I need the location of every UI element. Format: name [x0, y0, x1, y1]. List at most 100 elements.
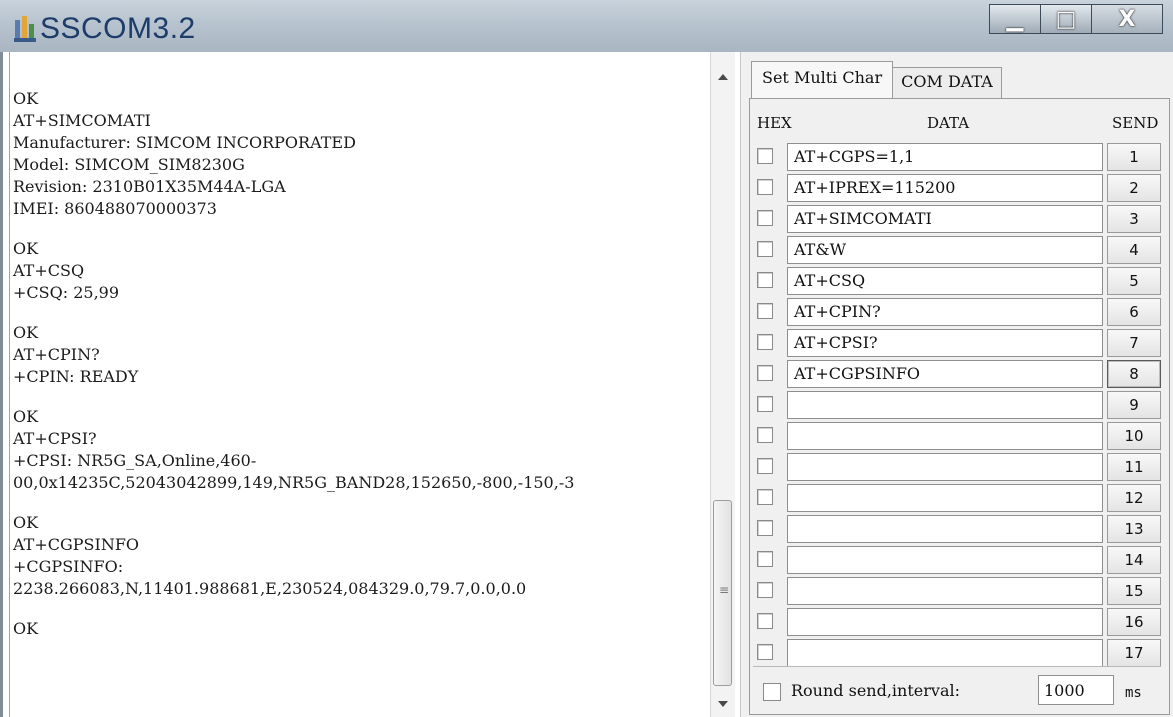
hex-checkbox[interactable]: [757, 303, 773, 319]
hex-checkbox[interactable]: [757, 551, 773, 567]
hex-checkbox[interactable]: [757, 210, 773, 226]
terminal-line: OK: [13, 513, 39, 532]
hex-checkbox[interactable]: [757, 489, 773, 505]
terminal-line: Model: SIMCOM_SIM8230G: [13, 155, 245, 174]
vertical-scrollbar[interactable]: ≡: [710, 52, 735, 717]
command-input[interactable]: [787, 484, 1103, 512]
hex-checkbox[interactable]: [757, 427, 773, 443]
terminal-output[interactable]: OK AT+SIMCOMATI Manufacturer: SIMCOM INCOR…: [13, 88, 713, 640]
send-button[interactable]: 17: [1107, 639, 1161, 667]
hex-checkbox[interactable]: [757, 241, 773, 257]
command-input[interactable]: [787, 577, 1103, 605]
window-controls: ▁ □ X: [989, 4, 1163, 34]
command-input[interactable]: AT+CPIN?: [787, 298, 1103, 326]
terminal-line: OK: [13, 619, 39, 638]
command-input[interactable]: AT+IPREX=115200: [787, 174, 1103, 202]
scroll-down-icon[interactable]: [718, 701, 728, 707]
terminal-line: AT+CGPSINFO: [13, 535, 140, 554]
command-input[interactable]: AT+CGPSINFO: [787, 360, 1103, 388]
hex-checkbox[interactable]: [757, 272, 773, 288]
send-button[interactable]: 1: [1107, 143, 1161, 171]
command-row: 15: [755, 576, 1165, 607]
send-button[interactable]: 6: [1107, 298, 1161, 326]
multi-char-panel: Set Multi Char COM DATA HEX DATA SEND AT…: [740, 52, 1173, 717]
app-icon: [14, 16, 36, 42]
send-button[interactable]: 14: [1107, 546, 1161, 574]
command-row: 9: [755, 390, 1165, 421]
hex-checkbox[interactable]: [757, 520, 773, 536]
send-button[interactable]: 11: [1107, 453, 1161, 481]
command-row: 10: [755, 421, 1165, 452]
scroll-thumb[interactable]: ≡: [713, 500, 732, 686]
round-send-label: Round send,interval:: [791, 681, 960, 700]
command-row: AT+CPIN? 6: [755, 297, 1165, 328]
terminal-line: Manufacturer: SIMCOM INCORPORATED: [13, 133, 356, 152]
tab-set-multi-char[interactable]: Set Multi Char: [751, 61, 894, 98]
minimize-icon: ▁: [1006, 6, 1024, 32]
command-row: 13: [755, 514, 1165, 545]
send-button[interactable]: 10: [1107, 422, 1161, 450]
round-send-checkbox[interactable]: [763, 683, 781, 701]
send-button[interactable]: 12: [1107, 484, 1161, 512]
hex-checkbox[interactable]: [757, 179, 773, 195]
hex-checkbox[interactable]: [757, 458, 773, 474]
send-button[interactable]: 4: [1107, 236, 1161, 264]
hex-checkbox[interactable]: [757, 582, 773, 598]
maximize-button[interactable]: □: [1040, 4, 1092, 34]
command-input[interactable]: [787, 546, 1103, 574]
hex-checkbox[interactable]: [757, 613, 773, 629]
send-column-header: SEND: [1112, 114, 1159, 132]
interval-unit: ms: [1125, 685, 1142, 701]
terminal-line: 2238.266083,N,11401.988681,E,230524,0843…: [13, 579, 527, 598]
send-button[interactable]: 15: [1107, 577, 1161, 605]
hex-column-header: HEX: [757, 114, 792, 132]
interval-input[interactable]: [1038, 675, 1114, 705]
terminal-line: OK: [13, 239, 39, 258]
command-row: AT+IPREX=115200 2: [755, 173, 1165, 204]
close-icon: X: [1118, 6, 1136, 32]
hex-checkbox[interactable]: [757, 334, 773, 350]
command-rows: AT+CGPS=1,1 1 AT+IPREX=115200 2 AT+SIMCOMATI…: [755, 142, 1165, 669]
command-input[interactable]: [787, 639, 1103, 667]
window-title: SSCOM3.2: [40, 12, 196, 45]
command-input[interactable]: [787, 422, 1103, 450]
send-button[interactable]: 7: [1107, 329, 1161, 357]
hex-checkbox[interactable]: [757, 644, 773, 660]
receive-area[interactable]: OK AT+SIMCOMATI Manufacturer: SIMCOM INCOR…: [0, 52, 740, 717]
hex-checkbox[interactable]: [757, 148, 773, 164]
tab-com-data[interactable]: COM DATA: [892, 67, 1002, 98]
scroll-up-icon[interactable]: [718, 74, 728, 80]
terminal-line: AT+CPSI?: [13, 429, 97, 448]
send-button[interactable]: 8: [1107, 360, 1161, 388]
round-send-bar: Round send,interval: ms: [753, 666, 1161, 709]
terminal-line: IMEI: 860488070000373: [13, 199, 217, 218]
command-input[interactable]: AT+CPSI?: [787, 329, 1103, 357]
send-button[interactable]: 3: [1107, 205, 1161, 233]
title-bar[interactable]: SSCOM3.2 ▁ □ X: [0, 0, 1173, 53]
send-button[interactable]: 13: [1107, 515, 1161, 543]
command-input[interactable]: [787, 391, 1103, 419]
minimize-button[interactable]: ▁: [989, 4, 1041, 34]
command-row: 11: [755, 452, 1165, 483]
command-row: 14: [755, 545, 1165, 576]
send-button[interactable]: 9: [1107, 391, 1161, 419]
command-row: AT+CGPSINFO 8: [755, 359, 1165, 390]
command-input[interactable]: [787, 608, 1103, 636]
command-input[interactable]: [787, 515, 1103, 543]
terminal-line: +CPIN: READY: [13, 367, 139, 386]
hex-checkbox[interactable]: [757, 365, 773, 381]
close-button[interactable]: X: [1091, 4, 1163, 34]
command-input[interactable]: [787, 453, 1103, 481]
hex-checkbox[interactable]: [757, 396, 773, 412]
terminal-line: AT+CPIN?: [13, 345, 100, 364]
command-input[interactable]: AT+SIMCOMATI: [787, 205, 1103, 233]
send-button[interactable]: 2: [1107, 174, 1161, 202]
command-row: 16: [755, 607, 1165, 638]
send-button[interactable]: 5: [1107, 267, 1161, 295]
command-input[interactable]: AT+CSQ: [787, 267, 1103, 295]
send-button[interactable]: 16: [1107, 608, 1161, 636]
command-input[interactable]: AT&W: [787, 236, 1103, 264]
command-input[interactable]: AT+CGPS=1,1: [787, 143, 1103, 171]
